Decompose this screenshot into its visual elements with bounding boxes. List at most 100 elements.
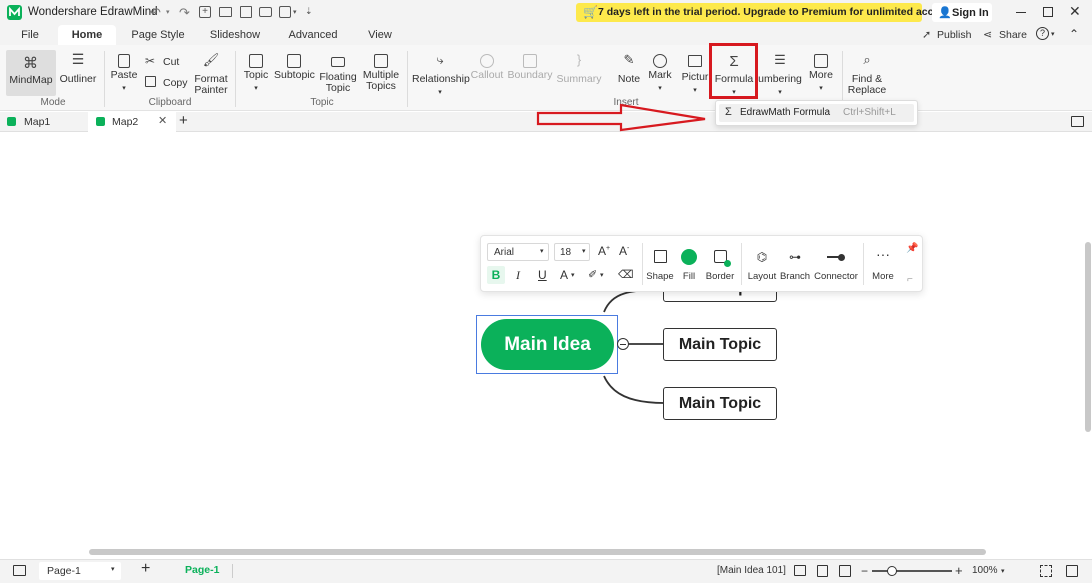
border-button[interactable]: Border (703, 250, 737, 282)
shape-button[interactable]: Shape (645, 250, 675, 282)
relationship-button[interactable]: ⤷ Relationship ▾ (412, 53, 470, 98)
close-icon[interactable]: ✕ (1069, 3, 1081, 20)
connector-button[interactable]: Connector (813, 250, 859, 282)
main-idea-node[interactable]: Main Idea (481, 319, 614, 370)
save-icon[interactable] (240, 6, 252, 18)
relationship-dropdown-icon[interactable]: ▾ (412, 87, 468, 98)
italic-button[interactable]: I (516, 268, 520, 283)
more-insert-dropdown-icon[interactable]: ▾ (806, 83, 836, 94)
close-tab-icon[interactable]: ✕ (158, 114, 167, 127)
underline-button[interactable]: U (538, 268, 547, 282)
subtopic-button[interactable]: Subtopic (274, 54, 315, 81)
zoom-in-icon[interactable]: + (955, 563, 963, 578)
tab-file[interactable]: File (14, 29, 46, 41)
numbering-button[interactable]: ☰ umbering ▾ (758, 54, 802, 98)
multiple-topics-button[interactable]: Multiple Topics (360, 54, 402, 92)
collapse-ribbon-icon[interactable]: ⌃ (1069, 27, 1079, 41)
formula-dropdown-icon[interactable]: ▾ (714, 87, 754, 98)
numbering-dropdown-icon[interactable]: ▾ (758, 87, 802, 98)
tab-page-style[interactable]: Page Style (128, 29, 188, 41)
horizontal-scrollbar[interactable] (89, 549, 986, 555)
tab-slideshow[interactable]: Slideshow (204, 29, 266, 41)
summary-button[interactable]: } Summary (556, 53, 602, 85)
publish-button[interactable]: Publish (937, 29, 971, 41)
customize-icon[interactable]: ⇣ (305, 6, 313, 17)
font-color-button[interactable]: A (560, 268, 568, 282)
share-button[interactable]: Share (999, 29, 1027, 41)
vertical-scrollbar[interactable] (1085, 242, 1091, 432)
picture-button[interactable]: Pictur ▾ (680, 54, 710, 96)
panel-toggle-icon[interactable] (13, 565, 26, 576)
doc-tab-map2[interactable]: Map2 ✕ (88, 112, 176, 132)
highlight-icon[interactable]: ✐ (588, 268, 597, 281)
bold-button[interactable]: B (487, 266, 505, 284)
export-icon[interactable] (279, 6, 291, 18)
undo-dropdown-icon[interactable]: ▾ (166, 8, 170, 16)
maximize-icon[interactable] (1043, 7, 1053, 17)
main-topic-node[interactable]: Main Topic (663, 387, 777, 420)
add-tab-icon[interactable]: + (179, 112, 188, 129)
outliner-mode-button[interactable]: ☰ Outliner (58, 52, 98, 85)
page-tab[interactable]: Page-1 (185, 564, 219, 576)
formula-button[interactable]: Σ Formula ▾ (714, 54, 754, 98)
tab-advanced[interactable]: Advanced (284, 29, 342, 41)
paste-button[interactable]: Paste ▾ (108, 54, 140, 94)
pin-icon[interactable]: 📌 (906, 243, 918, 254)
fit-page-icon[interactable] (817, 565, 828, 577)
mark-dropdown-icon[interactable]: ▾ (646, 83, 674, 94)
layout-button[interactable]: ⌬ Layout (745, 250, 779, 282)
mark-button[interactable]: Mark ▾ (646, 54, 674, 94)
decrease-font-icon[interactable]: A- (619, 244, 629, 258)
undo-icon[interactable]: ↶ (150, 5, 161, 21)
increase-font-icon[interactable]: A+ (598, 244, 610, 258)
copy-button[interactable]: Copy (163, 77, 188, 89)
cut-button[interactable]: Cut (163, 56, 179, 68)
paste-dropdown-icon[interactable]: ▾ (108, 83, 140, 94)
picture-dropdown-icon[interactable]: ▾ (680, 85, 710, 96)
collapse-toolbar-icon[interactable]: ⌐ (907, 274, 913, 285)
fullscreen-icon[interactable] (1040, 565, 1052, 577)
chevron-down-icon[interactable]: ▾ (571, 271, 575, 279)
mindmap-mode-button[interactable]: ⌘ MindMap (6, 50, 56, 96)
minimize-icon[interactable] (1016, 12, 1026, 13)
main-topic-node[interactable]: Main Topic (663, 328, 777, 361)
trial-banner[interactable]: 🛒 7 days left in the trial period. Upgra… (576, 3, 954, 22)
edrawmath-formula-item[interactable]: Σ EdrawMath Formula Ctrl+Shift+L (719, 104, 914, 122)
zoom-level[interactable]: 100% (972, 565, 998, 576)
tab-view[interactable]: View (360, 29, 400, 41)
boundary-button[interactable]: Boundary (506, 54, 554, 81)
callout-button[interactable]: Callout (470, 54, 504, 81)
branch-button[interactable]: ⊶ Branch (779, 250, 811, 282)
page-select[interactable]: Page-1 ▾ (39, 562, 121, 580)
presentation-icon[interactable] (1066, 565, 1078, 577)
add-page-icon[interactable]: + (141, 560, 150, 578)
export-dropdown-icon[interactable]: ▾ (293, 8, 297, 16)
fit-screen-icon[interactable] (839, 565, 851, 577)
sign-in-button[interactable]: 👤 Sign In (932, 3, 992, 22)
fill-button[interactable]: Fill (677, 249, 701, 282)
zoom-slider-thumb[interactable] (887, 566, 897, 576)
format-painter-button[interactable]: 🖌 Format Painter (192, 53, 230, 96)
topic-dropdown-icon[interactable]: ▾ (240, 83, 272, 94)
clear-format-icon[interactable]: ⌫ (618, 268, 634, 281)
font-size-select[interactable]: 18 ▾ (554, 243, 590, 261)
new-file-icon[interactable]: + (199, 6, 211, 18)
redo-icon[interactable]: ↷ (179, 5, 190, 21)
collapse-branch-icon[interactable] (617, 338, 629, 350)
doc-tab-map1[interactable]: Map1 (0, 112, 86, 131)
zoom-out-icon[interactable]: − (861, 564, 868, 578)
chevron-down-icon[interactable]: ▾ (600, 271, 604, 279)
font-family-select[interactable]: Arial ▾ (487, 243, 549, 261)
more-format-button[interactable]: ··· More (869, 247, 897, 282)
side-panel-icon[interactable] (1071, 116, 1084, 127)
topic-button[interactable]: Topic ▾ (240, 54, 272, 94)
help-dropdown-icon[interactable]: ▾ (1051, 30, 1055, 38)
zoom-slider[interactable] (872, 570, 952, 572)
print-icon[interactable] (259, 7, 272, 17)
find-replace-button[interactable]: ⌕ Find & Replace (846, 53, 888, 96)
note-button[interactable]: ✎ Note (614, 53, 644, 85)
chevron-down-icon[interactable]: ▾ (1001, 567, 1005, 575)
more-insert-button[interactable]: More ▾ (806, 54, 836, 94)
book-icon[interactable] (794, 565, 806, 576)
tab-home[interactable]: Home (58, 25, 116, 45)
